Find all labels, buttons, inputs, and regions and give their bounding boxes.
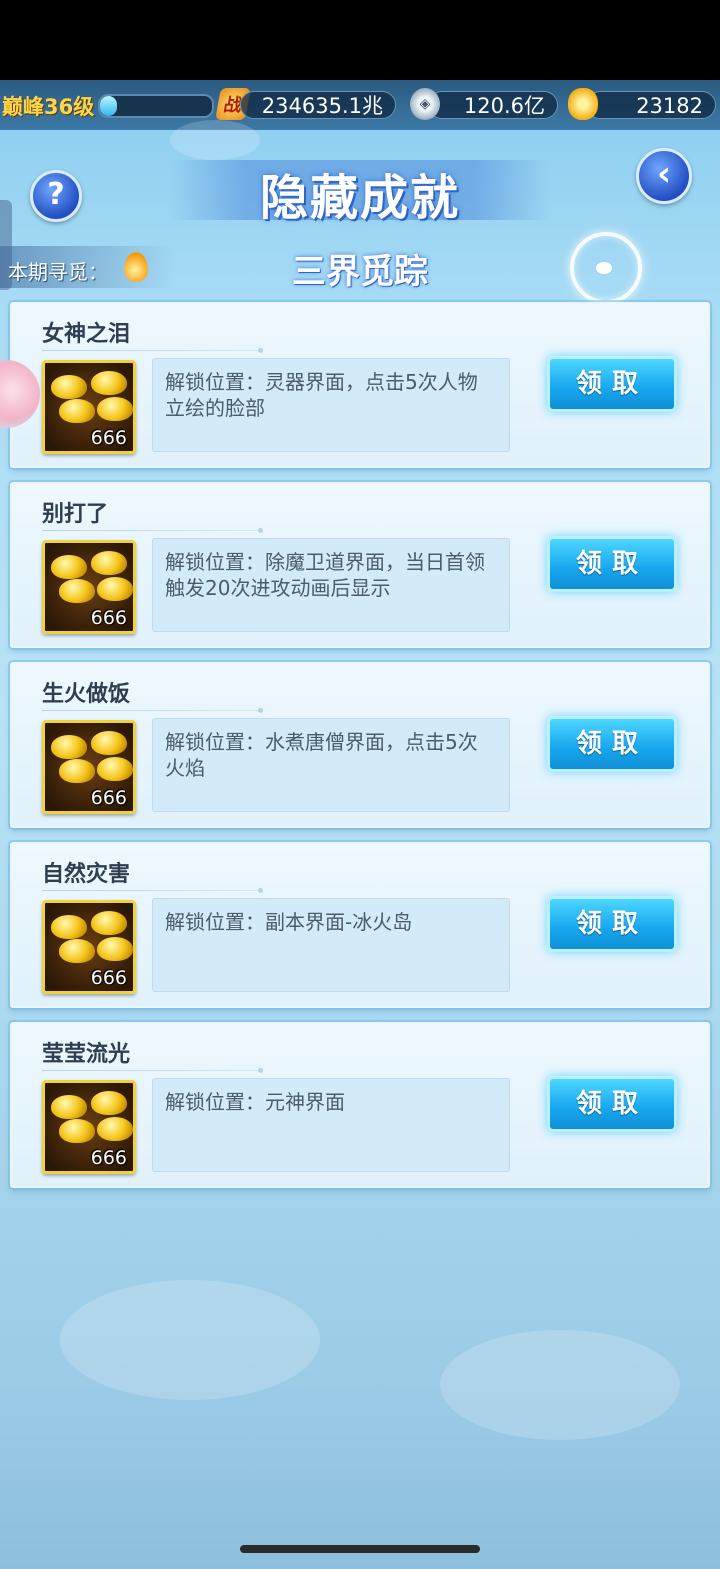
- achievement-title: 莹莹流光: [42, 1042, 131, 1067]
- back-button[interactable]: ‹: [636, 148, 692, 204]
- reward-count: 666: [90, 967, 127, 989]
- claim-button[interactable]: 领取: [547, 536, 677, 592]
- background-cloud: [60, 1280, 320, 1400]
- achievement-card: 女神之泪 666 解锁位置：灵器界面，点击5次人物立绘的脸部 领取: [10, 302, 710, 468]
- silver-coin-icon: ◈: [410, 88, 440, 120]
- achievement-card: 自然灾害 666 解锁位置：副本界面-冰火岛 领取: [10, 842, 710, 1008]
- reward-count: 666: [90, 427, 127, 449]
- status-bar: [0, 0, 720, 80]
- achievement-title: 别打了: [42, 502, 109, 527]
- achievement-card: 别打了 666 解锁位置：除魔卫道界面，当日首领触发20次进攻动画后显示 领取: [10, 482, 710, 648]
- page-title: 隐藏成就: [259, 170, 460, 226]
- claim-button[interactable]: 领取: [547, 896, 677, 952]
- claim-button[interactable]: 领取: [547, 716, 677, 772]
- achievement-title: 生火做饭: [42, 682, 131, 707]
- gold-ingot-reward-icon[interactable]: 666: [42, 540, 136, 634]
- gold-ingot-icon: [568, 88, 598, 120]
- background-cloud: [440, 1330, 680, 1440]
- ring-center-icon: [596, 262, 612, 274]
- reward-count: 666: [90, 607, 127, 629]
- gold-ingot-reward-icon[interactable]: 666: [42, 720, 136, 814]
- resource-bar: 巅峰36级 战 234635.1兆 120.6亿 ◈ 23182: [0, 80, 720, 130]
- level-label: 巅峰36级: [2, 95, 95, 119]
- unlock-description: 解锁位置：水煮唐僧界面，点击5次火焰: [152, 718, 510, 812]
- background-cloud: [170, 120, 260, 160]
- gold-value: 23182: [586, 91, 716, 119]
- reward-count: 666: [90, 787, 127, 809]
- reward-count: 666: [90, 1147, 127, 1169]
- unlock-description: 解锁位置：除魔卫道界面，当日首领触发20次进攻动画后显示: [152, 538, 510, 632]
- claim-button[interactable]: 领取: [547, 356, 677, 412]
- divider: [42, 1068, 263, 1073]
- unlock-description: 解锁位置：元神界面: [152, 1078, 510, 1172]
- home-indicator[interactable]: [240, 1545, 480, 1553]
- level-progress-bar: [98, 94, 214, 118]
- achievement-title: 女神之泪: [42, 322, 131, 347]
- silver-value: 120.6亿: [428, 91, 558, 119]
- achievement-card: 莹莹流光 666 解锁位置：元神界面 领取: [10, 1022, 710, 1188]
- gold-ingot-reward-icon[interactable]: 666: [42, 360, 136, 454]
- gold-ingot-reward-icon[interactable]: 666: [42, 1080, 136, 1174]
- unlock-description: 解锁位置：灵器界面，点击5次人物立绘的脸部: [152, 358, 510, 452]
- divider: [42, 348, 263, 353]
- divider: [42, 708, 263, 713]
- divider: [42, 888, 263, 893]
- achievement-card: 生火做饭 666 解锁位置：水煮唐僧界面，点击5次火焰 领取: [10, 662, 710, 828]
- claim-button[interactable]: 领取: [547, 1076, 677, 1132]
- unlock-description: 解锁位置：副本界面-冰火岛: [152, 898, 510, 992]
- gold-ingot-reward-icon[interactable]: 666: [42, 900, 136, 994]
- combat-power-value: 234635.1兆: [240, 91, 396, 119]
- divider: [42, 528, 263, 533]
- achievement-title: 自然灾害: [42, 862, 131, 887]
- level-progress-fill: [100, 96, 117, 116]
